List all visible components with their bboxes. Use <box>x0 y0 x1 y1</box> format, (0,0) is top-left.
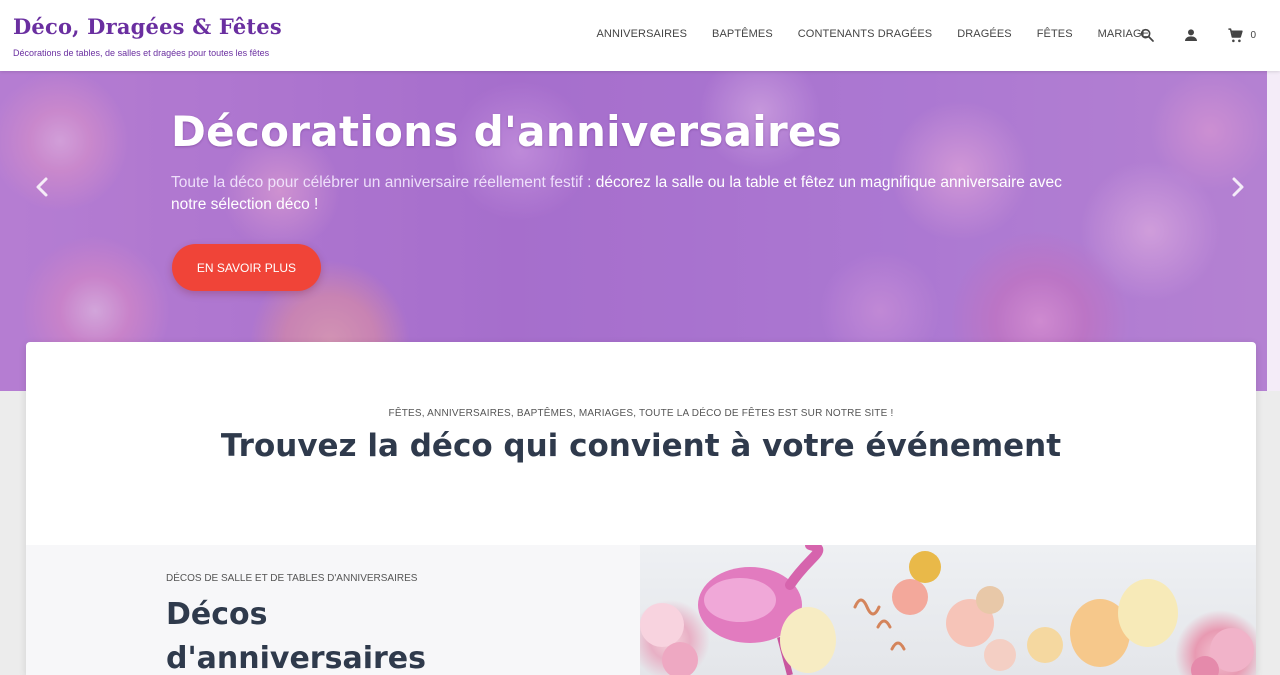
feature-eyebrow: DÉCOS DE SALLE ET DE TABLES D'ANNIVERSAI… <box>166 573 418 584</box>
nav-item-contenants-dragees[interactable]: CONTENANTS DRAGÉES <box>785 28 944 40</box>
section-eyebrow: FÊTES, ANNIVERSAIRES, BAPTÊMES, MARIAGES… <box>388 408 894 419</box>
party-decoration-illustration <box>640 545 1254 675</box>
section-title: Trouvez la déco qui convient à votre évé… <box>220 428 1062 464</box>
feature-image[interactable] <box>640 545 1256 675</box>
cart-count[interactable]: 0 <box>1250 30 1256 41</box>
hero-edge <box>1267 71 1280 391</box>
feature-text-panel: DÉCOS DE SALLE ET DE TABLES D'ANNIVERSAI… <box>26 545 640 675</box>
hero-title: Décorations d'anniversaires <box>171 107 843 156</box>
header-actions: 0 <box>1114 24 1256 46</box>
nav-item-fetes[interactable]: FÊTES <box>1024 28 1085 40</box>
site-title[interactable]: Déco, Dragées & Fêtes <box>13 14 282 39</box>
feature-title: Décos d'anniversaires <box>166 597 426 675</box>
content-card: FÊTES, ANNIVERSAIRES, BAPTÊMES, MARIAGES… <box>26 342 1256 675</box>
hero-description-part1: Toute la déco pour célébrer un anniversa… <box>171 174 596 191</box>
chevron-left-icon[interactable] <box>31 175 53 199</box>
hero-cta-button[interactable]: EN SAVOIR PLUS <box>172 244 321 291</box>
nav-item-baptemes[interactable]: BAPTÊMES <box>700 28 786 40</box>
chevron-right-icon[interactable] <box>1227 175 1249 199</box>
hero-description: Toute la déco pour célébrer un anniversa… <box>171 172 1071 216</box>
site-tagline: Décorations de tables, de salles et drag… <box>13 48 270 58</box>
user-icon[interactable] <box>1180 24 1202 46</box>
search-icon[interactable] <box>1136 24 1158 46</box>
cart-icon[interactable] <box>1224 24 1246 46</box>
nav-item-anniversaires[interactable]: ANNIVERSAIRES <box>584 28 700 40</box>
nav-item-dragees[interactable]: DRAGÉES <box>945 28 1025 40</box>
brand[interactable]: Déco, Dragées & Fêtes Décorations de tab… <box>13 14 282 58</box>
site-header: Déco, Dragées & Fêtes Décorations de tab… <box>0 0 1280 71</box>
main-nav: ANNIVERSAIRES BAPTÊMES CONTENANTS DRAGÉE… <box>584 28 1162 40</box>
